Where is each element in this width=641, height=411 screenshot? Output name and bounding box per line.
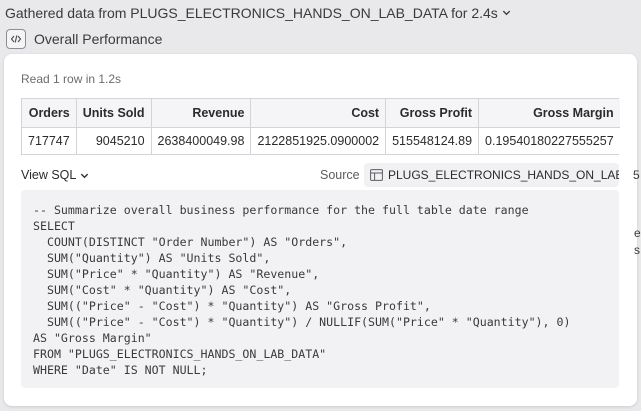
- cell-revenue: 2638400049.98: [151, 127, 252, 154]
- cell-gross-margin: 0.19540180227555257: [485, 133, 614, 148]
- column-header-gross-margin[interactable]: Gross Margin: [478, 99, 620, 128]
- cell-orders: 717747: [22, 127, 77, 154]
- offscreen-text-fragment: e: [634, 226, 641, 240]
- offscreen-text-fragment: 5: [633, 168, 640, 182]
- column-header-units-sold[interactable]: Units Sold: [76, 99, 152, 128]
- table-icon: [370, 169, 383, 181]
- step-header[interactable]: Overall Performance: [0, 26, 641, 52]
- chevron-down-icon[interactable]: [502, 8, 511, 17]
- source-label: Source: [320, 168, 360, 182]
- column-header-orders[interactable]: Orders: [22, 99, 77, 128]
- chevron-down-icon: [80, 171, 89, 180]
- sql-code-block: -- Summarize overall business performanc…: [21, 190, 619, 388]
- result-card: Read 1 row in 1.2s Orders Units Sold Rev…: [4, 54, 637, 406]
- tool-call-title: Gathered data from PLUGS_ELECTRONICS_HAN…: [5, 4, 498, 21]
- table-header-row: Orders Units Sold Revenue Cost Gross Pro…: [22, 99, 620, 128]
- cell-units-sold: 9045210: [76, 127, 152, 154]
- source-chip[interactable]: PLUGS_ELECTRONICS_HANDS_ON_LAB_DATA: [364, 163, 619, 187]
- column-header-revenue[interactable]: Revenue: [151, 99, 252, 128]
- step-title: Overall Performance: [34, 31, 163, 47]
- read-status: Read 1 row in 1.2s: [21, 72, 122, 86]
- view-sql-toggle[interactable]: View SQL: [21, 167, 89, 183]
- tool-call-header[interactable]: Gathered data from PLUGS_ELECTRONICS_HAN…: [0, 0, 641, 25]
- result-table: Orders Units Sold Revenue Cost Gross Pro…: [21, 98, 620, 155]
- offscreen-text-fragment: s: [634, 243, 640, 257]
- code-icon: [6, 29, 26, 49]
- table-row: 717747 9045210 2638400049.98 2122851925.…: [22, 127, 620, 154]
- source-name: PLUGS_ELECTRONICS_HANDS_ON_LAB_DATA: [388, 168, 619, 182]
- cell-cost: 2122851925.0900002: [250, 127, 387, 154]
- view-sql-label: View SQL: [21, 168, 77, 182]
- column-header-cost[interactable]: Cost: [250, 99, 387, 128]
- cell-gross-profit: 515548124.89: [385, 127, 480, 154]
- column-header-gross-profit[interactable]: Gross Profit: [385, 99, 480, 128]
